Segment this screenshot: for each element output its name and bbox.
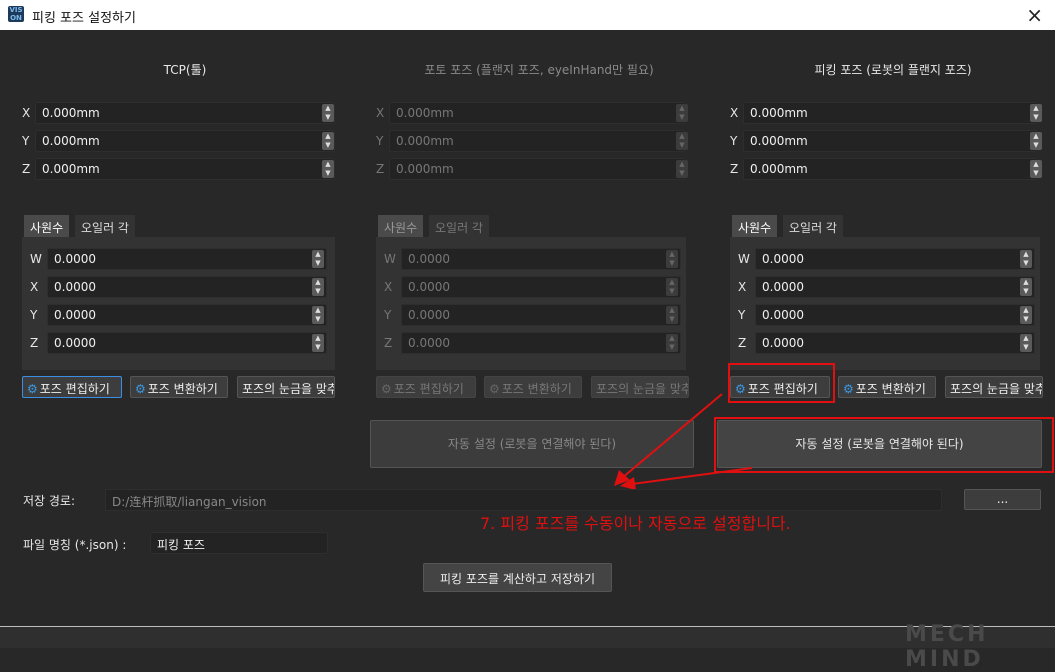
file-label: 파일 명칭 (*.json) :: [23, 538, 127, 552]
annotation-text: 7. 피킹 포즈를 수동이나 자동으로 설정합니다.: [480, 514, 791, 533]
path-input[interactable]: D:/连杆抓取/liangan_vision: [105, 489, 942, 511]
watermark-logo: MECH MIND: [905, 622, 989, 672]
path-label: 저장 경로:: [23, 494, 76, 508]
browse-button[interactable]: ...: [964, 489, 1041, 510]
save-button[interactable]: 피킹 포즈를 계산하고 저장하기: [423, 563, 612, 592]
status-bar: [0, 626, 1055, 648]
file-name-input[interactable]: 피킹 포즈: [150, 532, 328, 554]
